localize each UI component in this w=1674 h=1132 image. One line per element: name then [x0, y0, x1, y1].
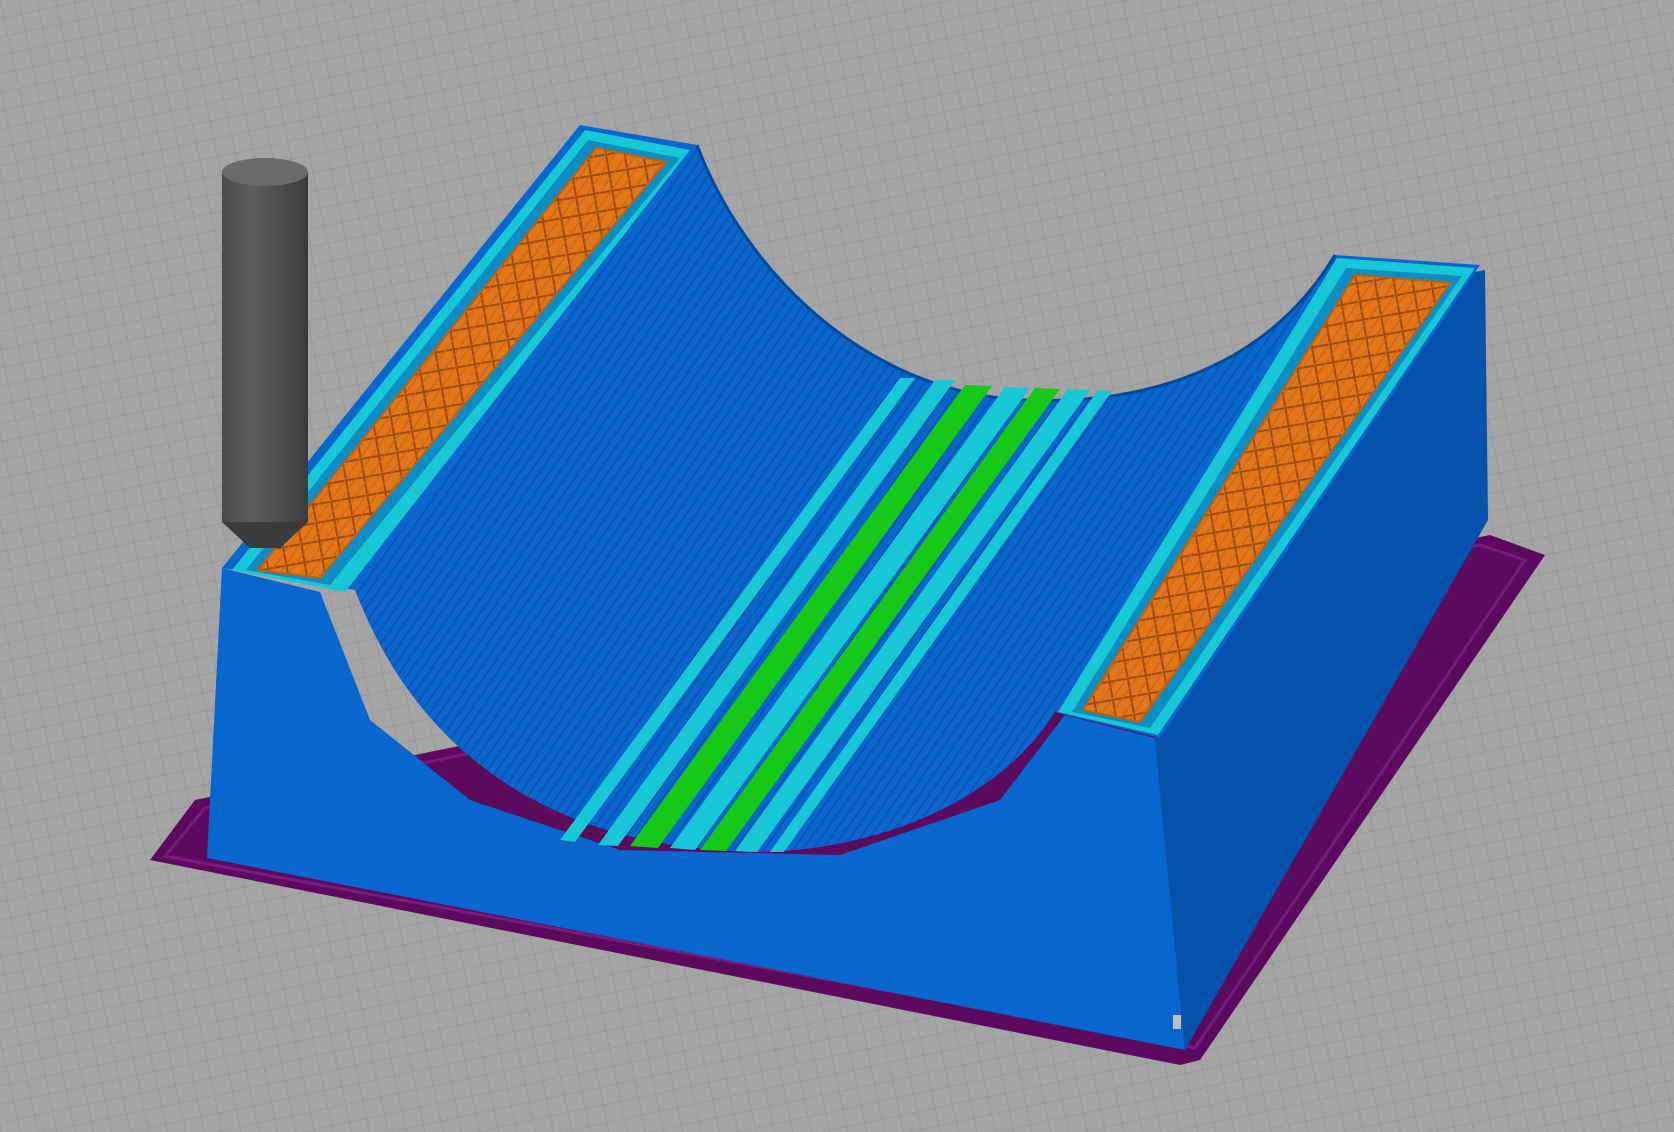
gcode-preview-viewport[interactable]	[0, 0, 1674, 1132]
nozzle-icon	[222, 158, 308, 548]
build-plate-scene[interactable]	[0, 0, 1674, 1132]
seam-marker	[1173, 1015, 1181, 1029]
